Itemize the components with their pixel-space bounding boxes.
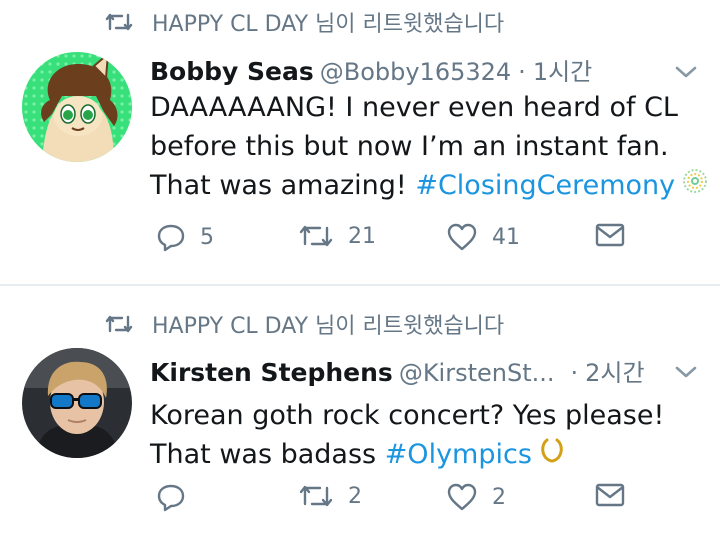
- retweet-context-text: HAPPY CL DAY 님이 리트윗했습니다: [152, 12, 505, 37]
- retweet-icon: [298, 222, 334, 250]
- retweet-icon: [104, 313, 138, 335]
- retweet-button[interactable]: 21: [298, 222, 376, 250]
- heart-icon: [446, 222, 478, 252]
- retweet-context: HAPPY CL DAY 님이 리트윗했습니다: [104, 308, 504, 340]
- timestamp[interactable]: 1시간: [533, 52, 592, 87]
- tweet-header: Kirsten Stephens @KirstenSt... · 2시간: [150, 353, 645, 388]
- like-count: 2: [492, 484, 506, 510]
- tweet-actions: 5 21 41: [0, 222, 720, 262]
- envelope-icon: [594, 482, 626, 508]
- tweet-actions: 2 2: [0, 482, 720, 522]
- like-button[interactable]: 41: [446, 222, 520, 252]
- reply-icon: [156, 482, 186, 512]
- like-count: 41: [492, 224, 520, 250]
- olympic-rings-emoji-icon: [681, 167, 709, 206]
- direct-message-button[interactable]: [594, 482, 626, 508]
- like-button[interactable]: 2: [446, 482, 506, 512]
- reply-button[interactable]: 5: [156, 222, 214, 252]
- laurel-wreath-emoji-icon: [538, 436, 566, 475]
- hashtag-link[interactable]: #ClosingCeremony: [415, 170, 675, 201]
- reply-icon: [156, 222, 186, 252]
- chevron-down-icon[interactable]: [674, 64, 698, 80]
- envelope-icon: [594, 222, 626, 248]
- retweet-count: 21: [348, 223, 376, 249]
- separator-dot: ·: [518, 58, 526, 86]
- display-name[interactable]: Bobby Seas: [150, 57, 314, 86]
- tweet-card[interactable]: HAPPY CL DAY 님이 리트윗했습니다 Kirsten Stephens…: [0, 286, 720, 533]
- tweet-header: Bobby Seas @Bobby165324 · 1시간: [150, 52, 592, 87]
- tweet-text-line: That was badass: [150, 439, 385, 470]
- tweet-text: Korean goth rock concert? Yes please! Th…: [150, 396, 664, 475]
- heart-icon: [446, 482, 478, 512]
- hashtag-link[interactable]: #Olympics: [385, 439, 532, 470]
- tweet-text: DAAAAAANG! I never even heard of CL befo…: [150, 88, 709, 206]
- direct-message-button[interactable]: [594, 222, 626, 248]
- display-name[interactable]: Kirsten Stephens: [150, 358, 393, 387]
- retweet-context-text: HAPPY CL DAY 님이 리트윗했습니다: [152, 314, 505, 339]
- avatar[interactable]: [22, 348, 132, 458]
- avatar[interactable]: [22, 52, 132, 162]
- user-handle[interactable]: @Bobby165324: [320, 58, 511, 86]
- chevron-down-icon[interactable]: [674, 364, 698, 380]
- tweet-text-line: Korean goth rock concert? Yes please!: [150, 400, 665, 431]
- tweet-text-line: before this but now I’m an instant fan.: [150, 131, 669, 162]
- retweet-icon: [298, 482, 334, 510]
- retweet-context: HAPPY CL DAY 님이 리트윗했습니다: [104, 6, 504, 38]
- reply-count: 5: [200, 224, 214, 250]
- retweet-icon: [104, 11, 138, 33]
- reply-button[interactable]: [156, 482, 200, 512]
- retweet-button[interactable]: 2: [298, 482, 362, 510]
- retweet-count: 2: [348, 483, 362, 509]
- tweet-text-line: DAAAAAANG! I never even heard of CL: [150, 92, 678, 123]
- separator-dot: ·: [570, 359, 579, 387]
- tweet-text-line: That was amazing!: [150, 170, 416, 201]
- timestamp[interactable]: 2시간: [585, 353, 644, 388]
- tweet-card[interactable]: HAPPY CL DAY 님이 리트윗했습니다 Bobby Seas @Bobb…: [0, 0, 720, 285]
- user-handle[interactable]: @KirstenSt...: [399, 359, 555, 387]
